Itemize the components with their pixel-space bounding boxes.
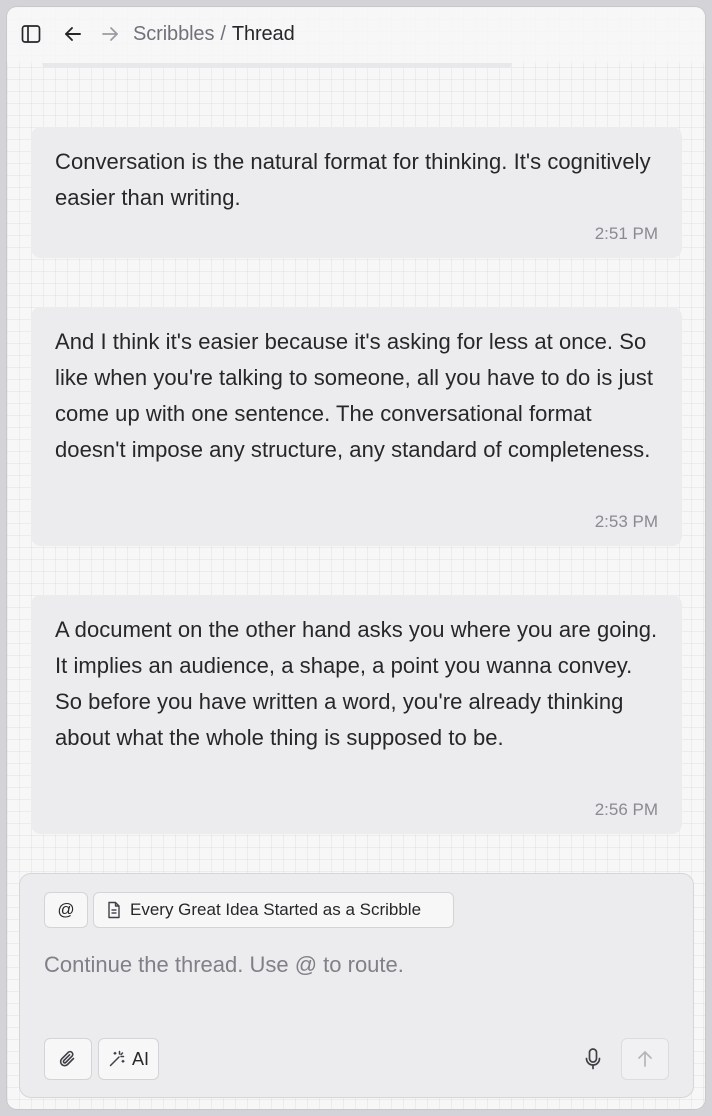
route-chip-label: Every Great Idea Started as a Scribble (130, 900, 422, 919)
breadcrumb-separator: / (220, 22, 226, 45)
message-timestamp: 2:51 PM (594, 224, 658, 243)
breadcrumb: Scribbles / Thread (133, 21, 295, 47)
previous-message-edge (42, 63, 512, 68)
top-bar: Scribbles / Thread (7, 7, 705, 63)
thread-input[interactable] (44, 948, 664, 982)
message-timestamp: 2:53 PM (594, 512, 658, 531)
message-text: A document on the other hand asks you wh… (55, 617, 658, 750)
sidebar-toggle-icon[interactable] (18, 21, 44, 47)
message-bubble: A document on the other hand asks you wh… (31, 595, 682, 834)
message-bubble: Conversation is the natural format for t… (31, 127, 682, 258)
message-text: And I think it's easier because it's ask… (55, 329, 654, 462)
message-timestamp: 2:56 PM (594, 800, 658, 819)
microphone-icon[interactable] (578, 1044, 608, 1074)
document-icon (106, 901, 122, 919)
paperclip-icon (58, 1049, 78, 1069)
attach-button[interactable] (44, 1038, 92, 1080)
breadcrumb-current: Thread (231, 22, 295, 45)
message-text: Conversation is the natural format for t… (55, 149, 651, 210)
ai-button[interactable]: AI (98, 1038, 159, 1080)
send-button[interactable] (621, 1038, 669, 1080)
ai-button-label: AI (131, 1048, 149, 1069)
route-chip[interactable]: Every Great Idea Started as a Scribble (93, 892, 454, 928)
arrow-right-icon[interactable] (97, 21, 123, 47)
mention-button[interactable]: @ (44, 892, 88, 928)
arrow-up-icon (635, 1049, 655, 1069)
arrow-left-icon[interactable] (60, 21, 86, 47)
magic-wand-icon (108, 1050, 126, 1068)
app-window: Scribbles / Thread Conversation is the n… (7, 7, 705, 1109)
message-bubble: And I think it's easier because it's ask… (31, 307, 682, 546)
breadcrumb-parent[interactable]: Scribbles (133, 23, 214, 46)
composer: @ Every Great Idea Started as a Scribble (19, 873, 694, 1098)
